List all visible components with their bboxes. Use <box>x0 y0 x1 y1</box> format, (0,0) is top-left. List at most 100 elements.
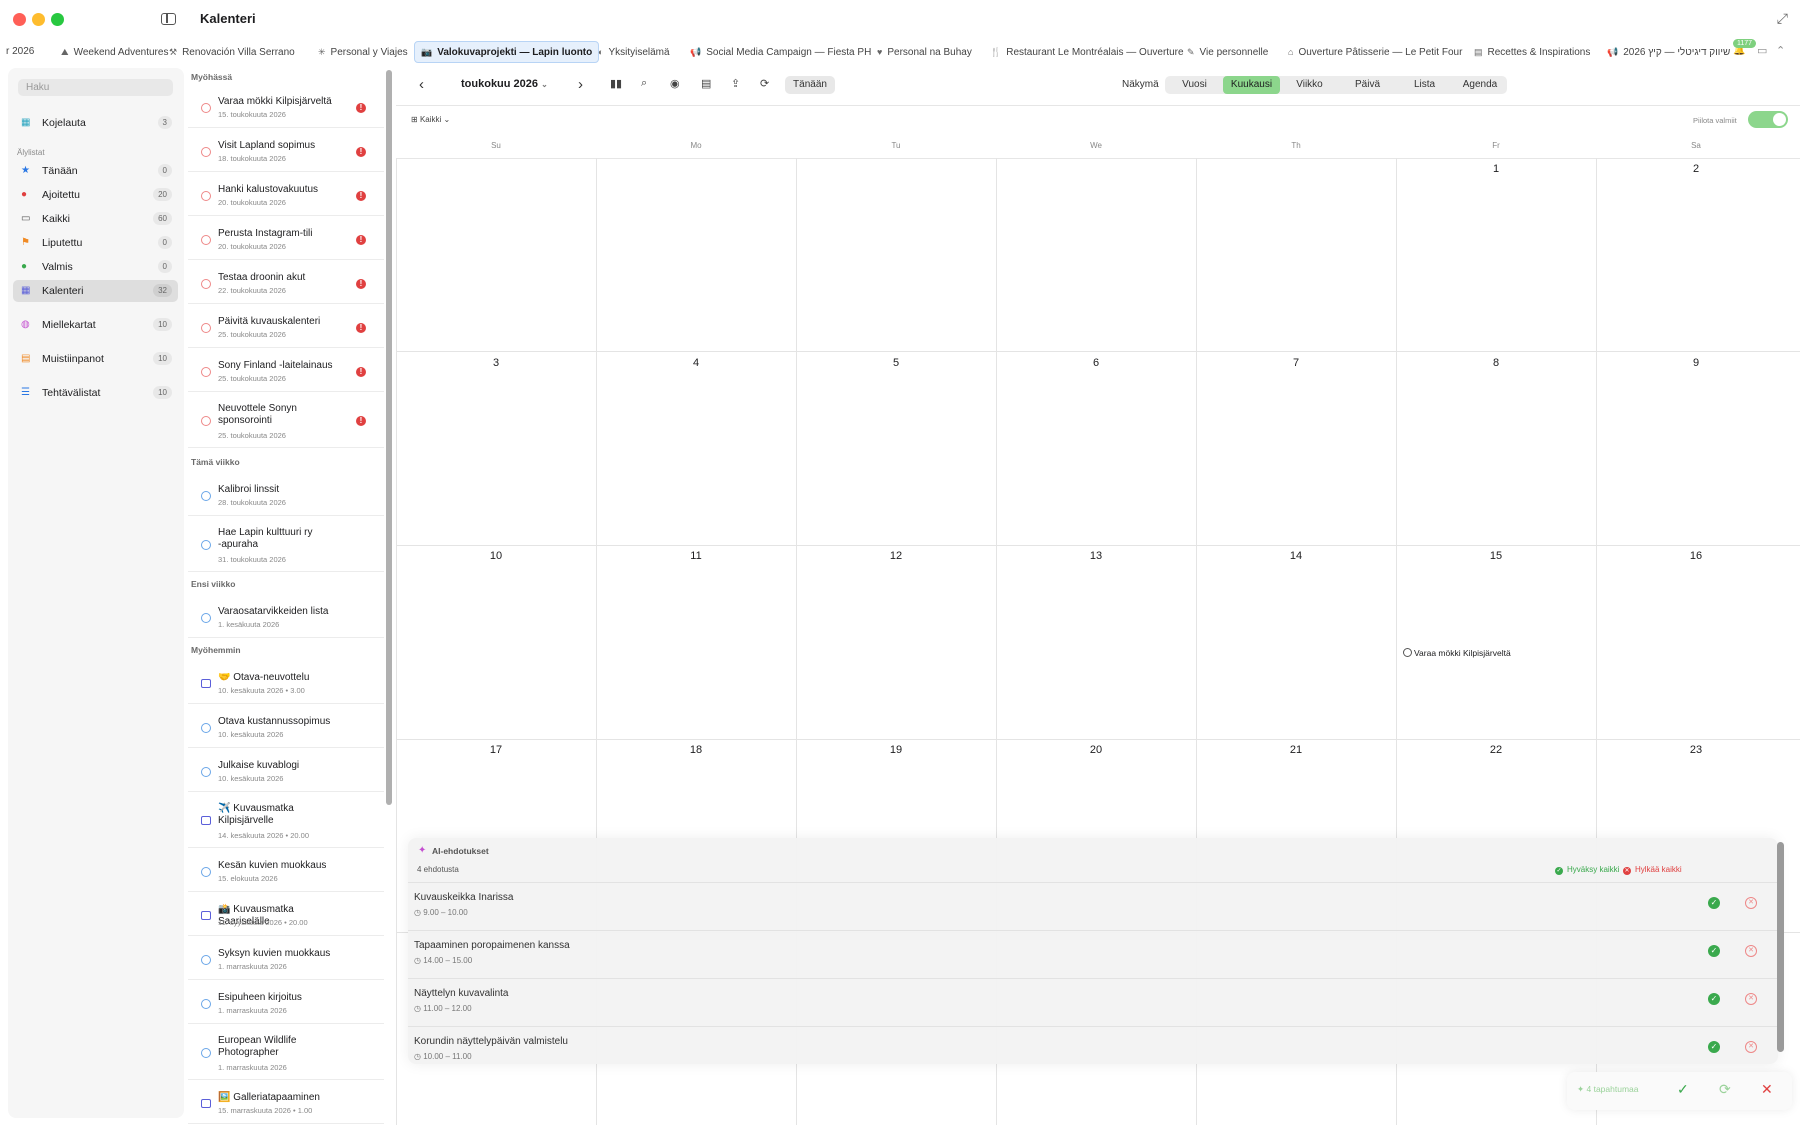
day-cell-number[interactable]: 3 <box>396 357 596 369</box>
day-cell-number[interactable]: 10 <box>396 550 596 562</box>
task-circle-icon[interactable] <box>201 103 211 113</box>
list-item[interactable]: ✈️ Kuvausmatka Kilpisjärvelle 14. kesäku… <box>188 792 384 848</box>
list-item[interactable]: Perusta Instagram-tili 20. toukokuuta 20… <box>188 216 384 260</box>
tab-project-0[interactable]: r 2026 <box>0 41 40 63</box>
day-cell-number[interactable]: 17 <box>396 744 596 756</box>
day-cell-number[interactable]: 21 <box>1196 744 1396 756</box>
reject-suggestion-button[interactable]: ✕ <box>1745 945 1757 957</box>
view-week-button[interactable]: Viikko <box>1281 76 1338 94</box>
day-cell-number[interactable]: 6 <box>996 357 1196 369</box>
list-item[interactable]: Hae Lapin kulttuuri ry -apuraha 31. touk… <box>188 516 384 572</box>
list-item[interactable]: European Wildlife Photographer 1. marras… <box>188 1024 384 1080</box>
share-icon[interactable]: ⇪ <box>731 77 740 90</box>
refresh-icon[interactable]: ⟳ <box>1719 1081 1731 1098</box>
list-item[interactable]: Visit Lapland sopimus 18. toukokuuta 202… <box>188 128 384 172</box>
task-circle-icon[interactable] <box>1403 648 1412 657</box>
view-agenda-button[interactable]: Agenda <box>1453 76 1507 94</box>
task-list-scrollbar[interactable] <box>386 70 392 805</box>
list-item[interactable]: Kesän kuvien muokkaus 15. elokuuta 2026 <box>188 848 384 892</box>
task-circle-icon[interactable] <box>201 147 211 157</box>
list-item[interactable]: Päivitä kuvauskalenteri 25. toukokuuta 2… <box>188 304 384 348</box>
checkmark-icon[interactable]: ✓ <box>1677 1081 1689 1098</box>
day-cell-number[interactable]: 12 <box>796 550 996 562</box>
view-month-button[interactable]: Kuukausi <box>1223 76 1280 94</box>
accept-suggestion-button[interactable]: ✓ <box>1708 993 1720 1005</box>
sidebar-item-kojelauta[interactable]: ▦ Kojelauta 3 <box>13 112 178 134</box>
filter-dropdown[interactable]: ⊞ Kaikki ⌄ <box>411 115 450 124</box>
day-cell-number[interactable]: 1 <box>1396 163 1596 175</box>
task-circle-icon[interactable] <box>201 323 211 333</box>
day-cell-number[interactable]: 7 <box>1196 357 1396 369</box>
month-picker[interactable]: toukokuu 2026 ⌄ <box>461 78 548 90</box>
task-circle-icon[interactable] <box>201 540 211 550</box>
list-item[interactable]: Otava kustannussopimus 10. kesäkuuta 202… <box>188 704 384 748</box>
day-cell-number[interactable]: 22 <box>1396 744 1596 756</box>
document-icon[interactable]: ▤ <box>701 77 711 90</box>
tab-restaurant-le-montrealais[interactable]: 🍴 Restaurant Le Montréalais — Ouverture <box>984 41 1190 63</box>
fullscreen-icon[interactable]: ⤢ <box>1777 10 1788 27</box>
reject-all-button[interactable]: ✕ Hylkää kaikki <box>1623 865 1682 875</box>
task-circle-icon[interactable] <box>201 191 211 201</box>
zoom-window-icon[interactable] <box>51 13 64 26</box>
day-cell-number[interactable]: 14 <box>1196 550 1396 562</box>
list-item[interactable]: Syksyn kuvien muokkaus 1. marraskuuta 20… <box>188 936 384 980</box>
tab-social-media-campaign[interactable]: 📢 Social Media Campaign — Fiesta PH <box>684 41 877 63</box>
card-icon[interactable]: ▭ <box>1757 44 1767 57</box>
list-item[interactable]: Testaa droonin akut 22. toukokuuta 2026 … <box>188 260 384 304</box>
day-cell-number[interactable]: 5 <box>796 357 996 369</box>
day-cell-number[interactable]: 13 <box>996 550 1196 562</box>
day-cell-number[interactable]: 15 <box>1396 550 1596 562</box>
sidebar-item-miellekartat[interactable]: ◍ Miellekartat 10 <box>13 314 178 336</box>
sidebar-item-muistiinpanot[interactable]: ▤ Muistiinpanot 10 <box>13 348 178 370</box>
accept-suggestion-button[interactable]: ✓ <box>1708 1041 1720 1053</box>
list-item[interactable]: Varaosatarvikkeiden lista 1. kesäkuuta 2… <box>188 594 384 638</box>
sidebar-toggle-icon[interactable] <box>161 13 176 25</box>
hide-done-toggle[interactable] <box>1748 111 1788 128</box>
list-item[interactable]: Varaa mökki Kilpisjärveltä 15. toukokuut… <box>188 84 384 128</box>
close-window-icon[interactable] <box>13 13 26 26</box>
day-cell-number[interactable]: 4 <box>596 357 796 369</box>
tab-shivuk-digitali[interactable]: 📢 שיווק דיגיטלי — קיץ 2026 <box>1601 41 1736 63</box>
task-circle-icon[interactable] <box>201 613 211 623</box>
task-circle-icon[interactable] <box>201 955 211 965</box>
sidebar-item-tehtavalistat[interactable]: ☰ Tehtävälistat 10 <box>13 382 178 404</box>
task-circle-icon[interactable] <box>201 723 211 733</box>
search-icon[interactable]: ⌕ <box>641 77 647 90</box>
sidebar-item-kaikki[interactable]: ▭ Kaikki 60 <box>13 208 178 230</box>
day-cell-number[interactable]: 2 <box>1596 163 1796 175</box>
list-item[interactable]: Esipuheen kirjoitus 1. marraskuuta 2026 <box>188 980 384 1024</box>
list-item[interactable]: Neuvottele Sonyn sponsorointi 25. toukok… <box>188 392 384 448</box>
sidebar-item-kalenteri[interactable]: ▦ Kalenteri 32 <box>13 280 178 302</box>
sidebar-item-ajoitettu[interactable]: ● Ajoitettu 20 <box>13 184 178 206</box>
close-icon[interactable]: ✕ <box>1761 1081 1773 1098</box>
chevron-left-icon[interactable]: ‹ <box>419 76 424 93</box>
view-list-button[interactable]: Lista <box>1396 76 1453 94</box>
task-circle-icon[interactable] <box>201 235 211 245</box>
day-cell-number[interactable]: 19 <box>796 744 996 756</box>
list-item[interactable]: Kalibroi linssit 28. toukokuuta 2026 <box>188 472 384 516</box>
day-cell-number[interactable]: 18 <box>596 744 796 756</box>
task-circle-icon[interactable] <box>201 367 211 377</box>
view-year-button[interactable]: Vuosi <box>1167 76 1222 94</box>
stats-icon[interactable]: ▮▮ <box>610 77 622 90</box>
calendar-event[interactable]: Varaa mökki Kilpisjärveltä <box>1403 648 1511 658</box>
reject-suggestion-button[interactable]: ✕ <box>1745 1041 1757 1053</box>
minimize-window-icon[interactable] <box>32 13 45 26</box>
palette-icon[interactable]: ◉ <box>670 77 680 90</box>
list-item[interactable]: Julkaise kuvablogi 10. kesäkuuta 2026 <box>188 748 384 792</box>
day-cell-number[interactable]: 20 <box>996 744 1196 756</box>
task-circle-icon[interactable] <box>201 767 211 777</box>
ai-panel-scrollbar[interactable] <box>1777 842 1784 1052</box>
task-circle-icon[interactable] <box>201 999 211 1009</box>
accept-suggestion-button[interactable]: ✓ <box>1708 945 1720 957</box>
list-item[interactable]: Hanki kalustovakuutus 20. toukokuuta 202… <box>188 172 384 216</box>
sidebar-item-valmis[interactable]: ● Valmis 0 <box>13 256 178 278</box>
tab-ouverture-patisserie[interactable]: ⌂ Ouverture Pâtisserie — Le Petit Four <box>1282 41 1468 63</box>
accept-all-button[interactable]: ✓ Hyväksy kaikki <box>1555 865 1619 875</box>
day-cell-number[interactable]: 23 <box>1596 744 1796 756</box>
chevron-up-icon[interactable]: ⌃ <box>1776 44 1785 57</box>
reject-suggestion-button[interactable]: ✕ <box>1745 993 1757 1005</box>
list-item[interactable]: 📸 Kuvausmatka Saariselälle 11. syyskuuta… <box>188 892 384 936</box>
day-cell-number[interactable]: 11 <box>596 550 796 562</box>
day-cell-number[interactable]: 9 <box>1596 357 1796 369</box>
